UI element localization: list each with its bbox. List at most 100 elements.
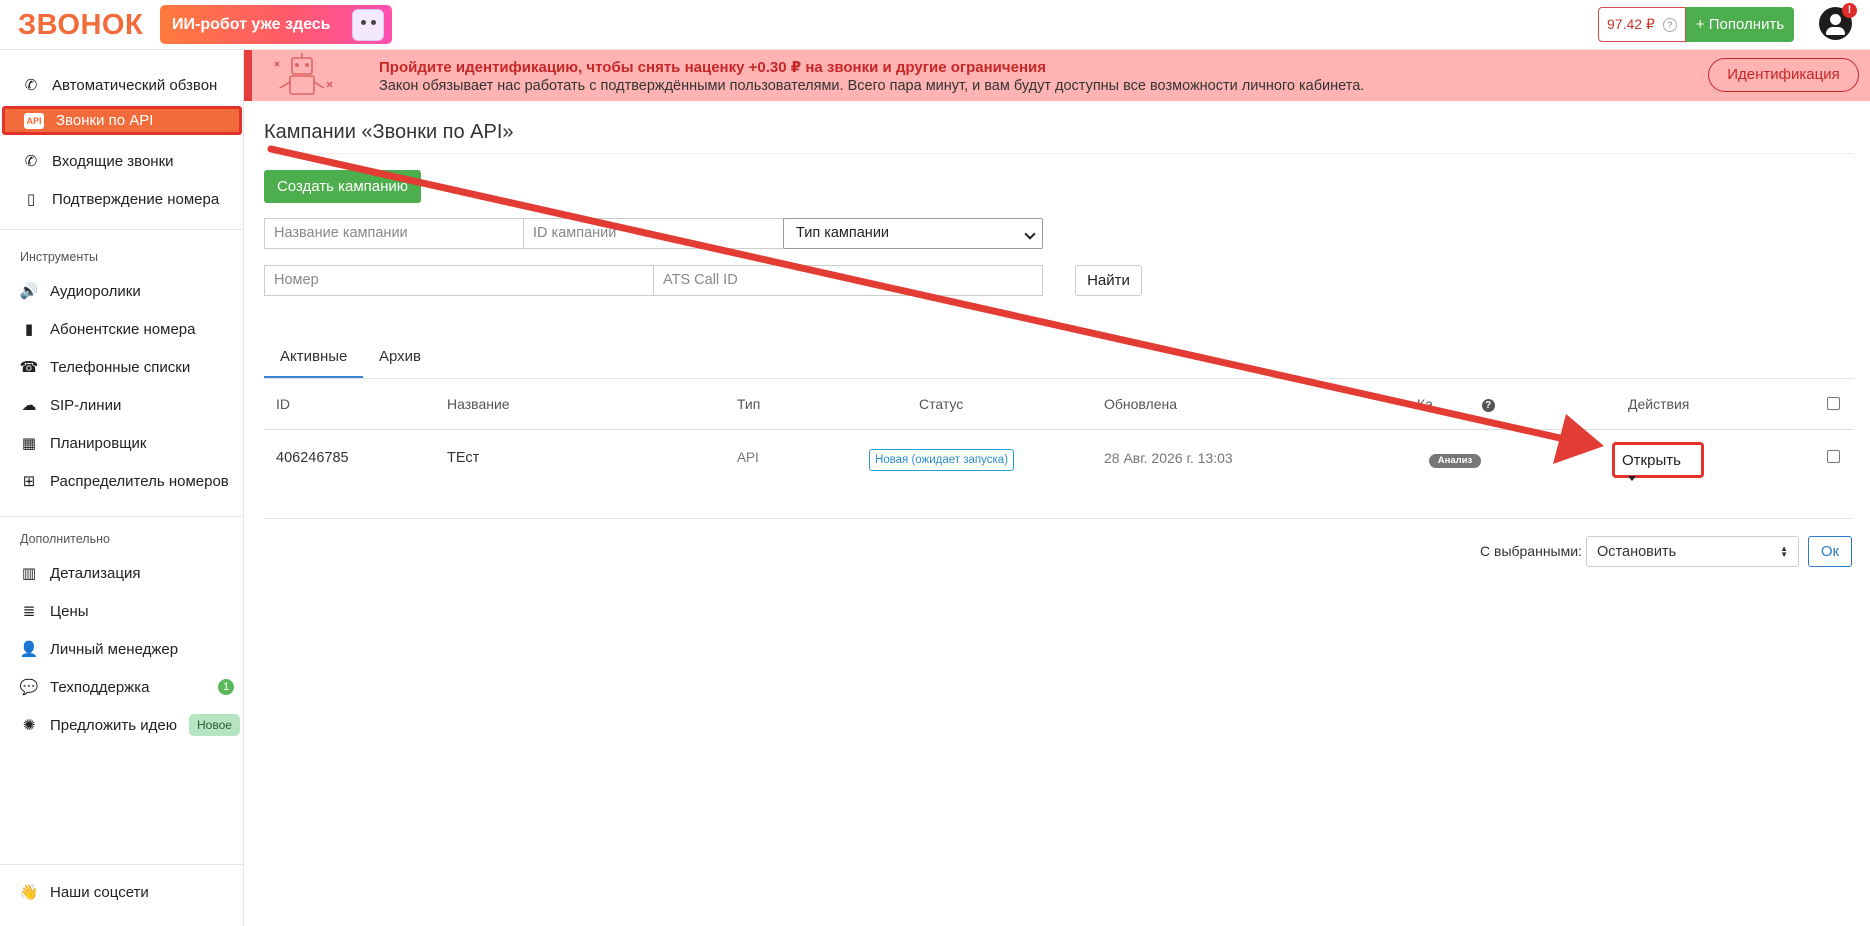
- topup-button[interactable]: + Пополнить: [1685, 7, 1795, 42]
- phone-icon: ✆: [24, 77, 38, 94]
- column-header-quality: Ка ?: [1417, 396, 1495, 412]
- row-checkbox[interactable]: [1827, 450, 1840, 463]
- robot-icon: [352, 9, 384, 41]
- select-all-checkbox[interactable]: [1827, 397, 1840, 410]
- sidebar-item-prices[interactable]: ≣ Цены: [0, 595, 244, 627]
- sidebar-item-label: Детализация: [50, 564, 141, 582]
- sidebar-item-details[interactable]: ▥ Детализация: [0, 557, 244, 589]
- bulk-actions-label: С выбранными:: [1480, 543, 1582, 559]
- sidebar-item-audio[interactable]: 🔊 Аудиоролики: [0, 275, 244, 307]
- sidebar-item-number-confirmation[interactable]: ▯ Подтверждение номера: [0, 183, 244, 215]
- ok-button[interactable]: Ок: [1808, 536, 1852, 567]
- sidebar-divider: [0, 516, 244, 517]
- column-header-type: Тип: [737, 396, 761, 412]
- identification-button[interactable]: Идентификация: [1708, 58, 1859, 92]
- sidebar-item-social[interactable]: 👋 Наши соцсети: [0, 876, 244, 908]
- wave-hand-icon: 👋: [19, 884, 39, 901]
- sidebar-item-label: Планировщик: [50, 434, 147, 452]
- sidebar-item-label: Предложить идею: [50, 716, 177, 734]
- open-button-label: Открыть: [1622, 452, 1681, 469]
- tab-archive[interactable]: Архив: [363, 340, 437, 378]
- sidebar-divider: [0, 229, 244, 230]
- sidebar-item-label: Наши соцсети: [50, 883, 149, 901]
- sidebar-item-personal-manager[interactable]: 👤 Личный менеджер: [0, 633, 244, 665]
- logo[interactable]: ЗВОНОК: [18, 9, 143, 42]
- cell-type: API: [737, 450, 759, 465]
- sidebar-item-support[interactable]: 💬 Техподдержка 1: [0, 671, 244, 703]
- user-tie-icon: 👤: [19, 641, 39, 658]
- sidebar-item-api-calls[interactable]: API Звонки по API: [2, 106, 242, 135]
- column-header-name: Название: [447, 396, 510, 412]
- campaign-name-input[interactable]: Название кампании: [264, 218, 524, 249]
- sidebar-item-auto-dialing[interactable]: ✆ Автоматический обзвон: [0, 69, 244, 101]
- coins-icon: ≣: [22, 603, 36, 620]
- sitemap-icon: ⊞: [22, 473, 36, 490]
- ats-call-id-input[interactable]: ATS Call ID: [653, 265, 1043, 296]
- help-icon[interactable]: ?: [1662, 17, 1677, 32]
- tabs-divider: [264, 378, 1854, 379]
- ai-robot-promo-banner[interactable]: ИИ-робот уже здесь: [160, 5, 392, 44]
- sidebar-item-label: Подтверждение номера: [52, 190, 220, 208]
- new-badge: Новое: [188, 714, 240, 736]
- balance-group: 97.42 ₽ ? + Пополнить: [1598, 7, 1795, 42]
- balance-display[interactable]: 97.42 ₽ ?: [1598, 7, 1686, 42]
- sidebar-section-additional: Дополнительно: [20, 532, 110, 546]
- chart-icon: ▥: [21, 565, 37, 582]
- speaker-icon: 🔊: [19, 283, 39, 300]
- caret-down-icon: [1628, 475, 1636, 481]
- sidebar-item-label: Аудиоролики: [50, 282, 141, 300]
- title-divider: [264, 153, 1854, 154]
- select-arrows-icon: ▲ ▼: [1780, 544, 1788, 559]
- chat-icon: 💬: [19, 679, 39, 696]
- sidebar-item-sip-lines[interactable]: ☁ SIP-линии: [0, 389, 244, 421]
- sidebar-item-label: SIP-линии: [50, 396, 122, 414]
- sidebar-section-tools: Инструменты: [20, 250, 98, 264]
- phone-book-icon: ☎: [19, 359, 39, 376]
- campaign-type-select[interactable]: Тип кампании: [783, 218, 1043, 249]
- api-icon: API: [24, 112, 44, 129]
- mobile-check-icon: ▯: [26, 191, 36, 208]
- sidebar-item-subscriber-numbers[interactable]: ▮ Абонентские номера: [0, 313, 244, 345]
- sidebar-item-scheduler[interactable]: ▦ Планировщик: [0, 427, 244, 459]
- sidebar-item-label: Автоматический обзвон: [52, 76, 218, 94]
- sidebar-item-label: Техподдержка: [50, 678, 150, 696]
- column-header-quality-label: Ка: [1417, 396, 1433, 412]
- analysis-badge: Анализ: [1429, 454, 1481, 468]
- promo-text: ИИ-робот уже здесь: [172, 16, 331, 33]
- sidebar-item-label: Личный менеджер: [50, 640, 179, 658]
- sidebar-item-label: Звонки по API: [56, 112, 154, 129]
- sidebar-item-label: Абонентские номера: [50, 320, 196, 338]
- identification-banner: Пройдите идентификацию, чтобы снять наце…: [244, 50, 1870, 101]
- cell-name: ТЕст: [447, 450, 480, 466]
- help-icon[interactable]: ?: [1481, 398, 1495, 412]
- status-badge: Новая (ожидает запуска): [869, 449, 1014, 471]
- sidebar-item-phone-lists[interactable]: ☎ Телефонные списки: [0, 351, 244, 383]
- page-title: Кампании «Звонки по API»: [264, 121, 514, 143]
- notification-alert-badge: !: [1842, 3, 1857, 18]
- campaign-id-input[interactable]: ID кампании: [523, 218, 784, 249]
- lightbulb-icon: ✺: [22, 717, 36, 734]
- banner-title: Пройдите идентификацию, чтобы снять наце…: [379, 59, 1046, 76]
- sidebar-item-incoming-calls[interactable]: ✆ Входящие звонки: [0, 145, 244, 177]
- table-row-divider: [264, 518, 1854, 519]
- tab-active[interactable]: Активные: [264, 340, 364, 378]
- sidebar-item-label: Входящие звонки: [52, 152, 174, 170]
- cell-updated: 28 Авг. 2026 г. 13:03: [1104, 450, 1233, 466]
- banner-text: Закон обязывает нас работать с подтвержд…: [379, 78, 1365, 94]
- column-header-id: ID: [276, 396, 290, 412]
- sidebar-item-number-distributor[interactable]: ⊞ Распределитель номеров: [0, 465, 244, 497]
- sidebar-item-suggest-idea[interactable]: ✺ Предложить идею Новое: [0, 709, 244, 741]
- table-header-divider: [264, 429, 1854, 430]
- number-input[interactable]: Номер: [264, 265, 654, 296]
- top-header: ЗВОНОК ИИ-робот уже здесь 97.42 ₽ ? + По…: [0, 0, 1870, 50]
- open-dropdown-button[interactable]: Открыть: [1612, 442, 1704, 481]
- column-header-status: Статус: [919, 396, 964, 412]
- support-count-badge: 1: [218, 679, 234, 695]
- sim-card-icon: ▮: [24, 321, 34, 338]
- sidebar-item-label: Телефонные списки: [50, 358, 191, 376]
- find-button[interactable]: Найти: [1075, 265, 1142, 296]
- cell-id: 406246785: [276, 450, 349, 466]
- sidebar-item-label: Цены: [50, 602, 89, 620]
- bulk-action-select[interactable]: Остановить ▲ ▼: [1586, 536, 1799, 567]
- create-campaign-button[interactable]: Создать кампанию: [264, 170, 421, 203]
